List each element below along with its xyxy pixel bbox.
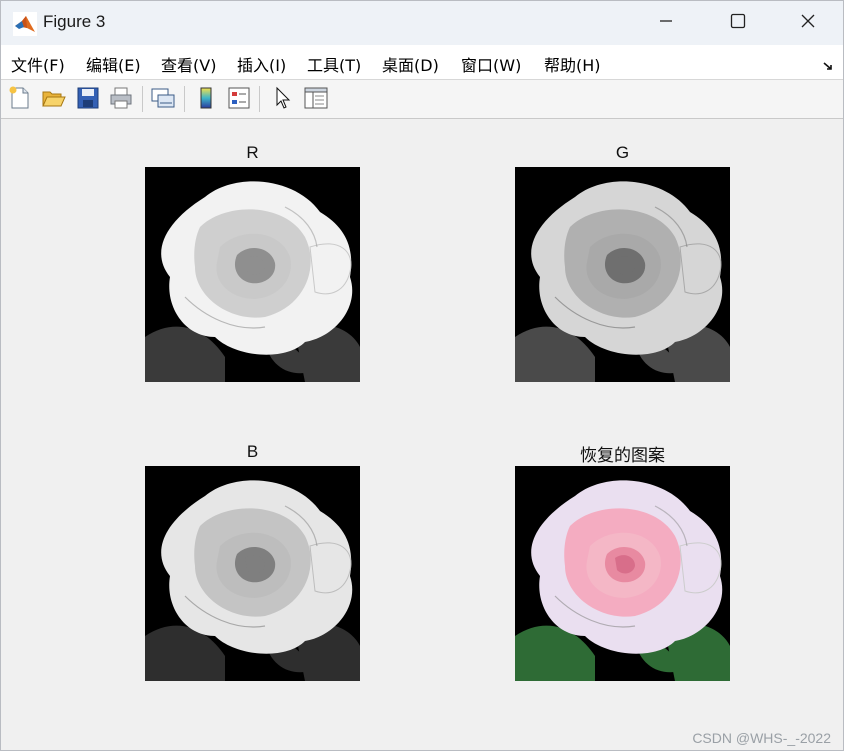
maximize-icon (730, 13, 746, 33)
axes-title-r: R (246, 143, 259, 162)
toolbar-separator (259, 86, 260, 112)
toolbar-separator (184, 86, 185, 112)
menu-desktop[interactable]: 桌面(D) (382, 52, 439, 76)
rose-drawing (515, 466, 730, 681)
axes-title-b: B (246, 442, 259, 461)
window-title: Figure 3 (43, 12, 106, 31)
rose-drawing (145, 167, 360, 382)
rose-image-b[interactable] (145, 466, 360, 681)
axes-title-g: G (615, 143, 630, 162)
axes-title-restored: 恢复的图案 (580, 446, 665, 466)
close-button[interactable] (785, 1, 831, 45)
rose-image-g[interactable] (515, 167, 730, 382)
menu-edit[interactable]: 编辑(E) (86, 52, 141, 76)
menu-help[interactable]: 帮助(H) (544, 52, 601, 76)
property-inspector-icon[interactable] (303, 85, 329, 111)
menu-tools[interactable]: 工具(T) (307, 52, 361, 76)
rose-image-restored[interactable] (515, 466, 730, 681)
minimize-button[interactable] (643, 1, 689, 45)
menu-view[interactable]: 查看(V) (161, 52, 216, 76)
figure-canvas[interactable]: R G B 恢复的图案 CSDN @WHS-_-2022 (1, 119, 843, 750)
title-bar[interactable]: Figure 3 (1, 1, 843, 45)
menu-window[interactable]: 窗口(W) (461, 52, 521, 76)
rose-drawing (515, 167, 730, 382)
link-plot-icon[interactable] (150, 85, 176, 111)
colorbar-icon[interactable] (193, 85, 219, 111)
figure-window: Figure 3 文件(F) 编辑(E) 查看(V) 插入(I) 工具(T) 桌… (0, 0, 844, 751)
legend-icon[interactable] (226, 85, 252, 111)
figure-toolbar (1, 80, 843, 119)
print-icon[interactable] (108, 85, 134, 111)
rose-image-r[interactable] (145, 167, 360, 382)
menu-bar: 文件(F) 编辑(E) 查看(V) 插入(I) 工具(T) 桌面(D) 窗口(W… (1, 45, 843, 80)
new-figure-icon[interactable] (7, 85, 33, 111)
edit-plot-pointer-icon[interactable] (270, 85, 296, 111)
maximize-button[interactable] (715, 1, 761, 45)
watermark-text: CSDN @WHS-_-2022 (692, 730, 831, 746)
menu-file[interactable]: 文件(F) (11, 52, 65, 76)
matlab-logo-icon (13, 12, 37, 36)
toolbar-separator (142, 86, 143, 112)
save-icon[interactable] (75, 85, 101, 111)
rose-drawing (145, 466, 360, 681)
close-icon (800, 13, 816, 33)
menu-insert[interactable]: 插入(I) (237, 52, 286, 76)
open-file-icon[interactable] (40, 85, 66, 111)
dock-arrow-icon[interactable] (823, 57, 835, 76)
minimize-icon (658, 13, 674, 33)
